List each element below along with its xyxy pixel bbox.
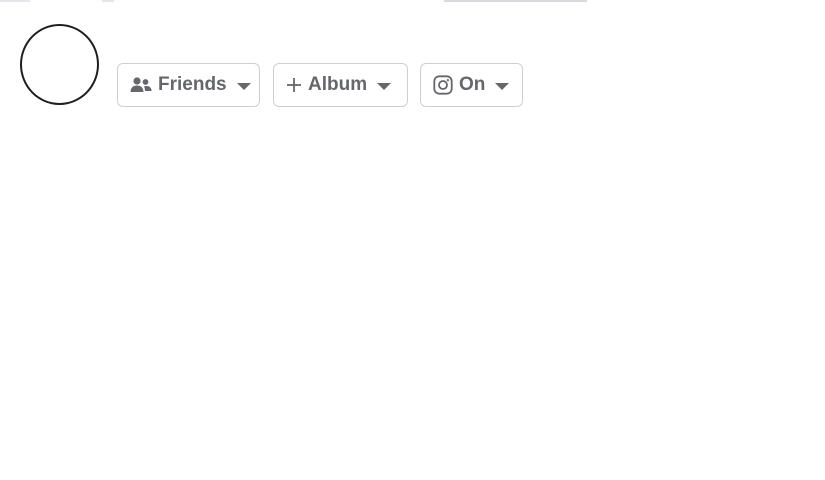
plus-icon xyxy=(286,77,302,93)
top-divider xyxy=(444,0,587,2)
top-divider xyxy=(102,0,114,2)
chevron-down-icon xyxy=(236,82,251,90)
audience-selector-button[interactable]: Friends xyxy=(117,63,260,107)
add-album-label: Album xyxy=(308,74,368,95)
chevron-down-icon xyxy=(377,82,392,90)
audience-selector-label: Friends xyxy=(158,74,227,95)
friends-icon xyxy=(130,77,152,93)
share-to-instagram-label: On xyxy=(459,74,486,95)
top-divider xyxy=(0,0,30,2)
chevron-down-icon xyxy=(495,82,510,90)
add-album-button[interactable]: Album xyxy=(273,63,408,107)
avatar[interactable] xyxy=(20,24,99,105)
instagram-icon xyxy=(433,75,453,95)
post-composer: Friends Album On xyxy=(0,0,825,480)
share-to-instagram-button[interactable]: On xyxy=(420,63,523,107)
